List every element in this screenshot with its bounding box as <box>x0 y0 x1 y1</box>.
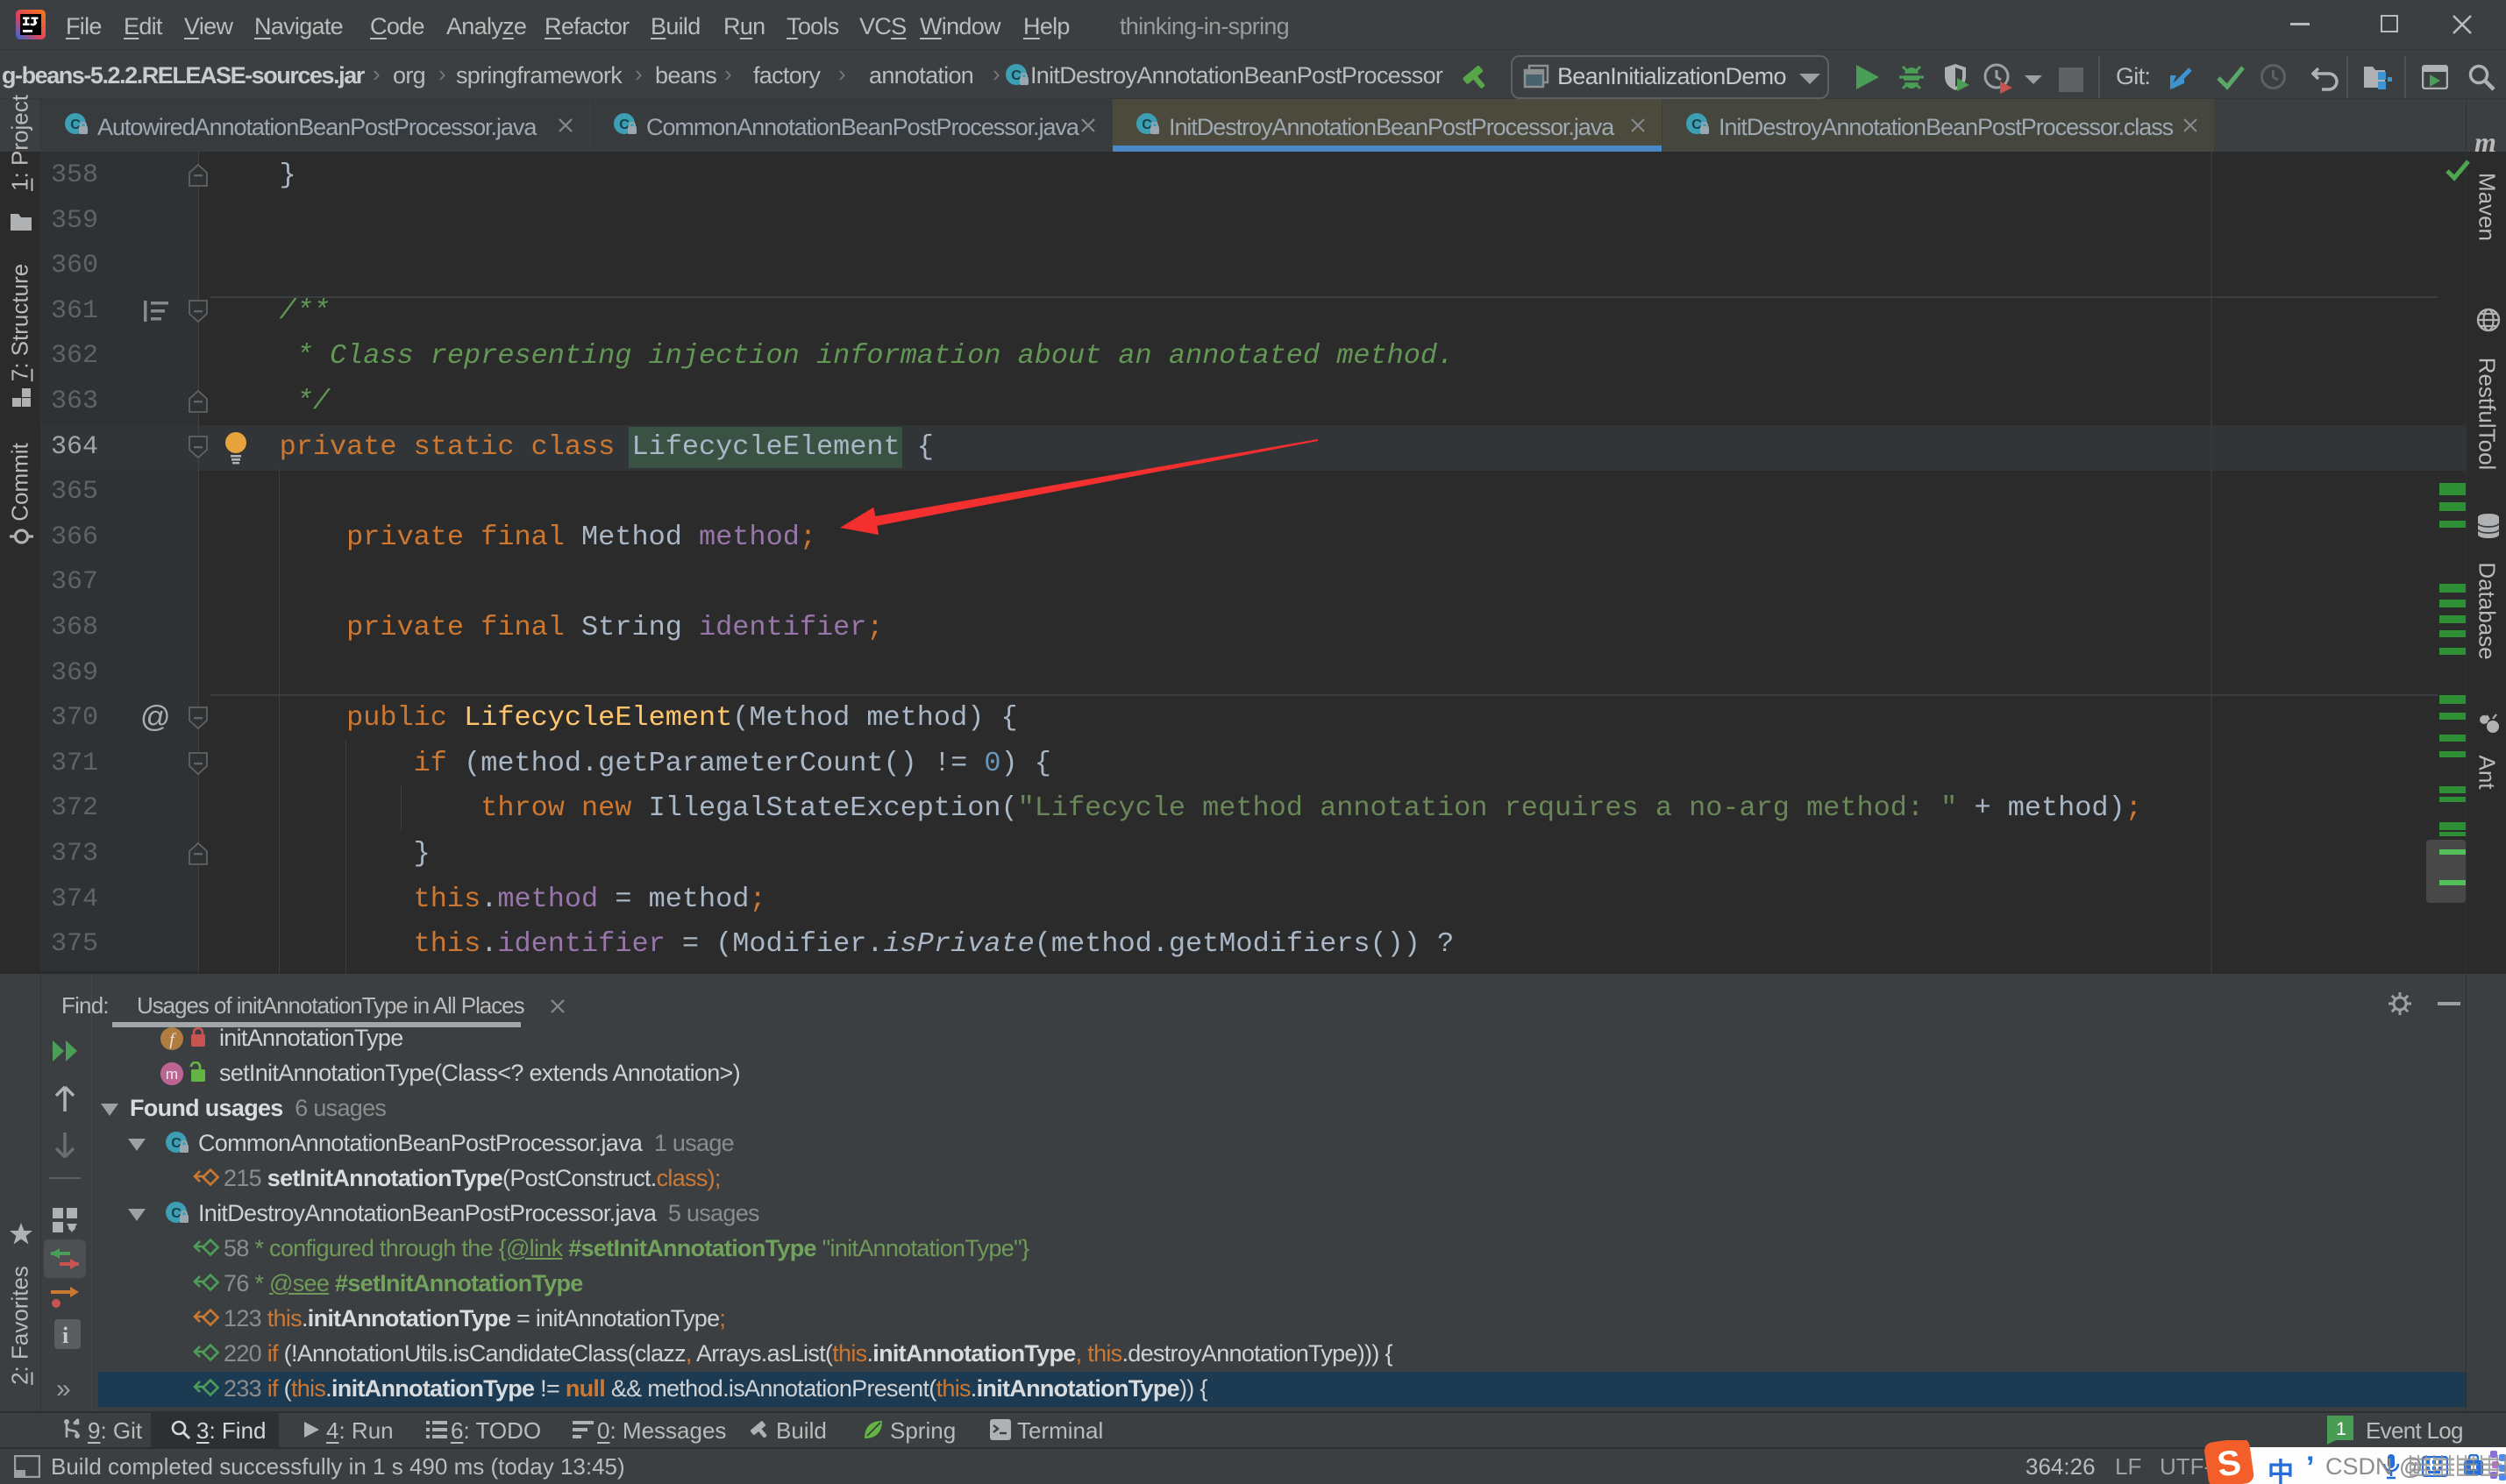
svg-text:m: m <box>166 1066 178 1083</box>
svg-text:1: 1 <box>2336 1419 2346 1439</box>
